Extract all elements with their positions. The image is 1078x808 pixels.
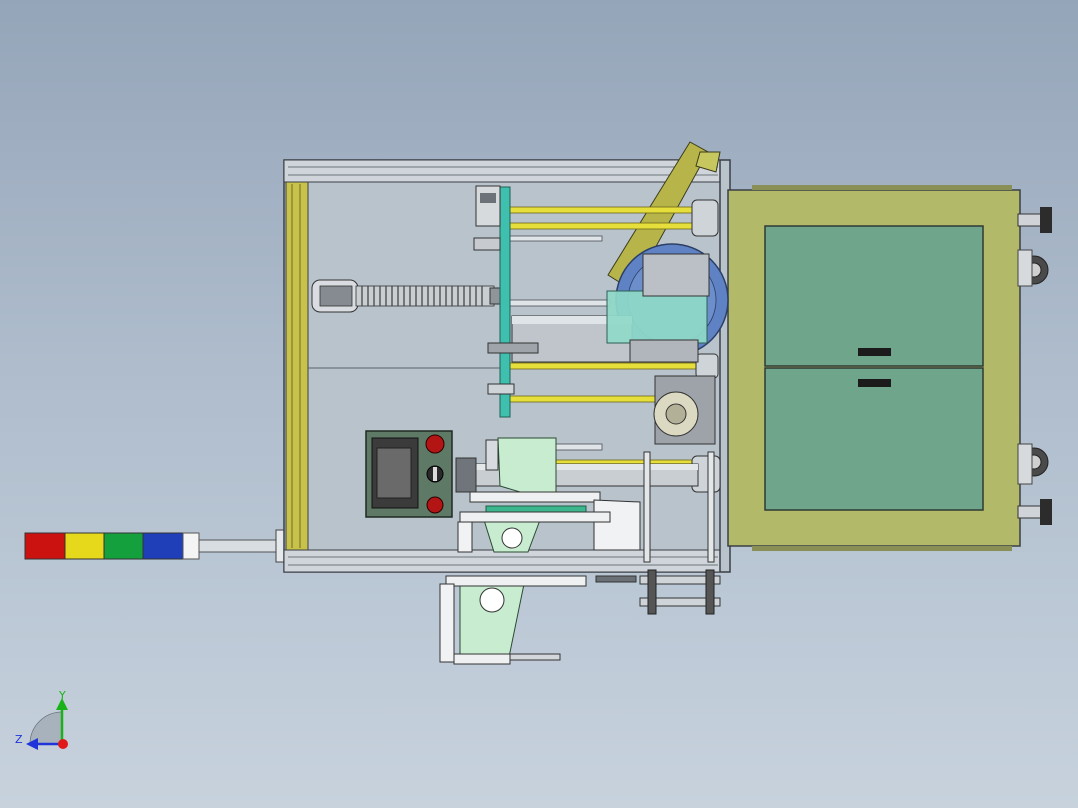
cabinet-bottom-vents	[752, 546, 1012, 551]
stack-light-cap	[182, 532, 200, 560]
stack-light-tower[interactable]	[24, 529, 285, 563]
stack-light-pole	[198, 539, 278, 553]
gearbox-lower	[653, 375, 716, 445]
cad-viewport[interactable]: Y Z	[0, 0, 1078, 808]
stack-light-blue	[142, 532, 184, 560]
caster-wheels	[1017, 207, 1052, 525]
upper-bracket	[473, 185, 501, 251]
frame-left-post	[285, 181, 309, 551]
x-axis-dot	[58, 739, 68, 749]
stack-light-green	[103, 532, 144, 560]
door-handle-upper	[858, 348, 891, 356]
z-axis-label: Z	[15, 733, 23, 746]
cabinet-door-upper	[764, 225, 984, 367]
y-axis-label: Y	[58, 689, 66, 702]
teal-plate	[499, 186, 511, 418]
emergency-stop-button	[425, 434, 445, 454]
cabinet-door-lower	[764, 367, 984, 511]
stack-light-red	[24, 532, 66, 560]
stack-light-yellow	[64, 532, 105, 560]
frame-bottom-rail	[283, 549, 721, 573]
door-handle-lower	[858, 379, 891, 387]
coordinate-triad: Y Z	[15, 689, 68, 750]
glass-housing	[606, 290, 708, 344]
cabinet-top-vents	[752, 185, 1012, 190]
machine-model[interactable]: Y Z	[0, 0, 1078, 808]
electrical-cabinet[interactable]	[727, 185, 1021, 551]
stack-light-mount	[275, 529, 285, 563]
frame-top-rail	[283, 159, 721, 183]
control-panel[interactable]	[365, 430, 453, 518]
stop-button	[426, 496, 444, 514]
